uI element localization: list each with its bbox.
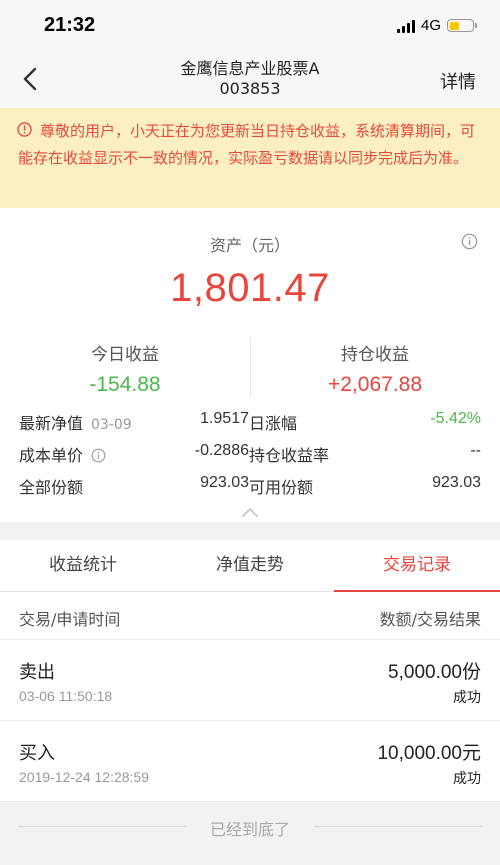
signal-icon [396,19,415,33]
asset-value: 1,801.47 [170,266,330,310]
holding-income-label: 持仓收益 [341,345,409,365]
tab-income-stats[interactable]: 收益统计 [0,540,166,591]
today-income-label: 今日收益 [91,345,159,365]
nav-date: 03-09 [91,417,132,433]
list-item[interactable]: 卖出 03-06 11:50:18 5,000.00份 成功 [0,640,500,721]
cost-label: 成本单价 [19,446,84,465]
notice-text: 尊敬的用户，小天正在为您更新当日持仓收益，系统清算期间，可能存在收益显示不一致的… [18,122,476,167]
list-header-right: 数额/交易结果 [379,610,481,629]
status-indicators: 4G [396,17,477,34]
network-type: 4G [420,17,441,34]
holding-rate-value: -- [470,442,481,459]
fund-name: 金鹰信息产业股票A [180,59,320,78]
metric-row-nav: 最新净值 03-09 1.9517 日涨幅 -5.42% [19,410,481,440]
asset-label: 资产（元） [209,236,290,255]
battery-icon [447,19,477,32]
record-result: 成功 [453,771,481,787]
record-type: 卖出 [19,662,55,683]
chevron-up-icon[interactable] [240,506,260,518]
cost-value: -0.2886 [194,442,249,459]
list-end-footer: 已经到底了 [0,802,500,862]
notice-banner: 尊敬的用户，小天正在为您更新当日持仓收益，系统清算期间，可能存在收益显示不一致的… [0,108,500,208]
total-shares-value: 923.03 [200,474,249,491]
record-time: 2019-12-24 12:28:59 [19,769,149,785]
today-income-value: -154.88 [89,373,161,396]
record-result: 成功 [453,690,481,706]
metric-row-shares: 全部份额 923.03 可用份额 923.03 [19,474,481,504]
info-icon[interactable] [461,233,478,250]
nav-label: 最新净值 [19,414,84,433]
status-time: 21:32 [44,14,96,36]
list-end-text: 已经到底了 [209,820,290,839]
footer-divider-right [314,826,482,827]
tab-trade-records[interactable]: 交易记录 [334,540,500,591]
record-type: 买入 [19,743,55,764]
tab-nav-trend[interactable]: 净值走势 [167,540,333,591]
change-value: -5.42% [430,410,481,427]
record-amount: 10,000.00元 [377,743,481,764]
holding-rate-label: 持仓收益率 [249,446,330,465]
holding-income-value: +2,067.88 [327,373,422,396]
nav-value: 1.9517 [200,410,249,427]
available-shares-label: 可用份额 [249,478,314,497]
detail-button[interactable]: 详情 [440,68,476,94]
cost-info-icon[interactable] [91,448,106,463]
status-bar: 21:32 4G [0,0,500,52]
available-shares-value: 923.03 [432,474,481,491]
page-title: 金鹰信息产业股票A 003853 [0,59,500,99]
list-header: 交易/申请时间 数额/交易结果 [0,592,500,640]
list-item[interactable]: 买入 2019-12-24 12:28:59 10,000.00元 成功 [0,721,500,802]
change-label: 日涨幅 [249,414,298,433]
nav-bar: 金鹰信息产业股票A 003853 详情 [0,52,500,108]
metric-row-cost: 成本单价 -0.2886 持仓收益率 -- [19,442,481,472]
record-time: 03-06 11:50:18 [19,688,113,704]
warning-info-icon [17,122,32,137]
list-header-left: 交易/申请时间 [19,610,121,629]
total-shares-label: 全部份额 [19,478,84,497]
fund-code: 003853 [219,79,281,98]
tab-bar: 收益统计 净值走势 交易记录 [0,540,500,592]
asset-card: 资产（元） 1,801.47 今日收益 -154.88 持仓收益 +2,067.… [0,208,500,522]
record-amount: 5,000.00份 [388,662,481,683]
